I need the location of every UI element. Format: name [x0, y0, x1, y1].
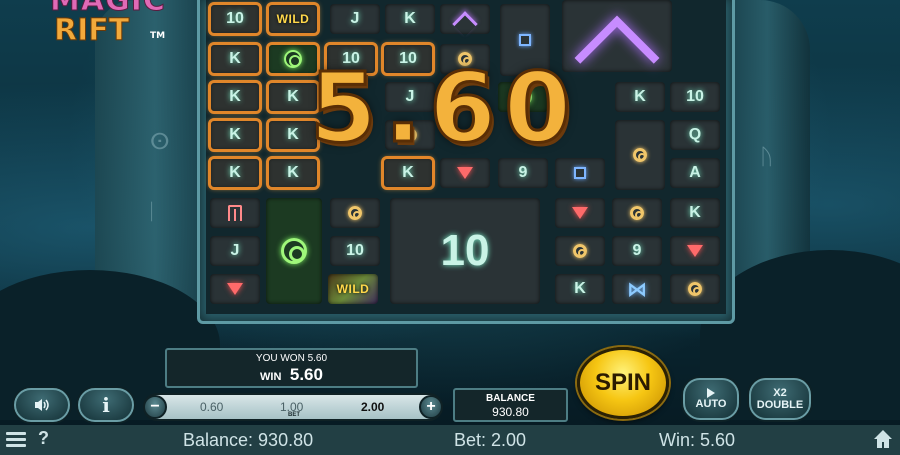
reel-symbol: [555, 236, 605, 266]
game-scene: ⵙ ᚢ ᛁ MAGIC RIFT TM 10 WILD J K K 10 10 …: [0, 0, 900, 455]
reel-symbol: ⋈: [612, 274, 662, 304]
reel-symbol: K: [670, 198, 720, 228]
rune-glyph: ⵙ: [150, 130, 170, 155]
bet-option[interactable]: 0.60: [200, 400, 223, 414]
triangle-down-symbol-icon: [572, 207, 588, 219]
logo-trademark: TM: [150, 31, 166, 41]
reel-symbol: K: [208, 118, 262, 152]
double-button[interactable]: X2 DOUBLE: [749, 378, 811, 420]
reel-symbol: A: [670, 158, 720, 188]
balance-value: 930.80: [492, 405, 529, 419]
bet-increase-button[interactable]: +: [419, 395, 443, 419]
bet-label: BET: [288, 412, 300, 418]
bet-selector[interactable]: 0.60 1.00 2.00 BET: [143, 393, 443, 421]
reel-symbol: J: [330, 4, 380, 34]
reel-symbol: Q: [670, 120, 720, 150]
win-amount-glyph: .: [383, 52, 423, 164]
auto-button[interactable]: AUTO: [683, 378, 739, 420]
reel-symbol: K: [555, 274, 605, 304]
reel-symbol: [210, 198, 260, 228]
status-bar: ? Balance: 930.80 Bet: 2.00 Win: 5.60: [0, 425, 900, 455]
bowtie-symbol-icon: ⋈: [627, 277, 647, 301]
reel-symbol-large: 10: [390, 198, 540, 304]
chevron-symbol-icon: [452, 11, 478, 37]
spin-button[interactable]: SPIN: [577, 347, 669, 419]
square-symbol-icon: [574, 167, 586, 179]
status-bet: Bet: 2.00: [454, 430, 527, 450]
balance-panel: BALANCE 930.80: [453, 388, 568, 422]
gate-symbol-icon: [228, 205, 242, 221]
win-label: WIN: [260, 371, 282, 383]
reel-symbol: [210, 274, 260, 304]
spiral-symbol-icon: [633, 148, 647, 162]
info-icon: i: [102, 393, 110, 417]
reel-symbol: 9: [612, 236, 662, 266]
play-icon: [707, 387, 715, 398]
reel-symbol: 10: [330, 236, 380, 266]
reel-symbol: K: [208, 80, 262, 114]
double-label: DOUBLE: [756, 399, 804, 411]
spiral-symbol-icon: [630, 206, 644, 220]
square-symbol-icon: [519, 34, 531, 46]
status-balance: Balance: 930.80: [183, 430, 314, 450]
win-amount-glyph: 6: [428, 52, 498, 164]
help-icon[interactable]: ?: [38, 428, 49, 449]
bet-decrease-button[interactable]: −: [143, 395, 167, 419]
reel-symbol-large: [266, 198, 322, 304]
double-prefix: X2: [773, 386, 787, 399]
triangle-down-symbol-icon: [687, 245, 703, 257]
reel-symbol: K: [208, 42, 262, 76]
status-win: Win: 5.60: [659, 430, 736, 450]
win-panel-title: YOU WON 5.60: [255, 353, 328, 364]
spiral-symbol-icon: [688, 282, 702, 296]
wild-symbol: WILD: [266, 2, 320, 36]
reel-symbol: [440, 4, 490, 37]
spiral-symbol-icon: [348, 206, 362, 220]
reel-symbol: [562, 0, 672, 101]
rune-glyph: ᚢ: [760, 145, 774, 170]
win-amount-glyph: 5: [309, 52, 379, 164]
game-logo: MAGIC RIFT TM: [50, 0, 170, 56]
win-value: 5.60: [289, 365, 323, 384]
reel-symbol: [555, 198, 605, 228]
rings-symbol-icon: [284, 50, 302, 68]
balance-label: BALANCE: [486, 393, 535, 404]
reel-symbol: 10: [670, 82, 720, 112]
win-amount-overlay: 5.60: [309, 52, 573, 200]
rune-glyph: ᛁ: [145, 200, 159, 225]
rings-symbol-icon: [281, 238, 307, 264]
reel-symbol: [670, 274, 720, 304]
reel-symbol: [670, 236, 720, 266]
reel-symbol: J: [210, 236, 260, 266]
auto-label: AUTO: [695, 397, 727, 410]
spiral-symbol-icon: [573, 244, 587, 258]
reel-symbol: K: [208, 156, 262, 190]
reel-symbol: [615, 120, 665, 190]
triangle-down-symbol-icon: [227, 283, 243, 295]
reel-symbol: [330, 198, 380, 228]
sound-button[interactable]: [14, 388, 70, 422]
wild-symbol: WILD: [328, 274, 378, 304]
win-amount-glyph: 0: [503, 52, 573, 164]
reel-symbol: [612, 198, 662, 228]
bet-option-selected[interactable]: 2.00: [361, 400, 384, 414]
reel-symbol: K: [615, 82, 665, 112]
info-button[interactable]: i: [78, 388, 134, 422]
reel-symbol: 10: [208, 2, 262, 36]
reel-symbol: K: [385, 4, 435, 34]
menu-icon[interactable]: [6, 432, 26, 448]
home-icon[interactable]: [872, 428, 894, 450]
sound-icon: [35, 399, 49, 411]
win-panel: YOU WON 5.60 WIN 5.60: [165, 348, 418, 388]
